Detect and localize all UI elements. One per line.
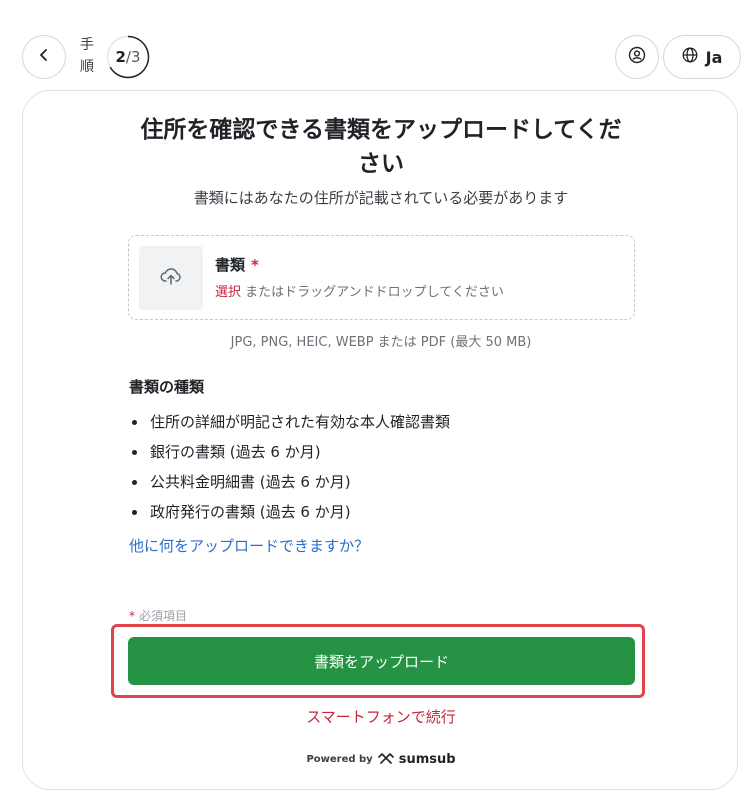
step-label: 手順 [80, 37, 94, 75]
powered-by-text: Powered by [306, 754, 373, 765]
page-title: 住所を確認できる書類をアップロードしてください [140, 117, 622, 177]
document-dropzone[interactable]: 書類 * 選択 またはドラッグアンドドロップしてください [128, 235, 635, 320]
dropzone-hint: 選択 またはドラッグアンドドロップしてください [215, 281, 504, 300]
required-note-text: 必須項目 [139, 609, 188, 623]
required-fields-note: * 必須項目 [129, 607, 187, 624]
select-file-link[interactable]: 選択 [215, 285, 241, 300]
globe-icon [682, 47, 698, 67]
cloud-upload-icon [159, 264, 183, 292]
user-circle-icon [628, 46, 646, 68]
step-counter: 2/3 [106, 35, 150, 79]
document-label-text: 書類 [215, 256, 246, 274]
continue-on-phone-link[interactable]: スマートフォンで続行 [83, 706, 679, 727]
chevron-left-icon [36, 47, 52, 67]
sumsub-logo-icon [377, 750, 394, 769]
powered-by-footer: Powered by sumsub [83, 750, 679, 769]
accepted-formats: JPG, PNG, HEIC, WEBP または PDF (最大 50 MB) [230, 335, 532, 350]
list-item: 住所の詳細が明記された有効な本人確認書類 [129, 407, 450, 437]
required-mark: * [251, 256, 259, 274]
document-types-list: 住所の詳細が明記された有効な本人確認書類 銀行の書類 (過去 6 か月) 公共料… [129, 407, 450, 527]
brand-name: sumsub [398, 752, 456, 767]
profile-button[interactable] [615, 35, 659, 79]
upload-card: 住所を確認できる書類をアップロードしてください 書類にはあなたの住所が記載されて… [22, 90, 738, 790]
document-label: 書類 * [215, 254, 259, 275]
what-can-i-upload-link[interactable]: 他に何をアップロードできますか？ [129, 535, 369, 556]
drag-drop-hint: またはドラッグアンドドロップしてください [241, 285, 504, 300]
upload-thumbnail [139, 246, 203, 310]
language-button[interactable]: Ja [663, 35, 741, 79]
list-item: 公共料金明細書 (過去 6 か月) [129, 467, 450, 497]
list-item: 銀行の書類 (過去 6 か月) [129, 437, 450, 467]
back-button[interactable] [22, 35, 66, 79]
upload-document-button[interactable]: 書類をアップロード [128, 637, 635, 685]
document-types-heading: 書類の種類 [129, 378, 205, 396]
page-subtitle: 書類にはあなたの住所が記載されている必要があります [193, 189, 569, 207]
required-star: * [129, 609, 135, 623]
list-item: 政府発行の書類 (過去 6 か月) [129, 497, 450, 527]
language-label: Ja [705, 47, 723, 67]
